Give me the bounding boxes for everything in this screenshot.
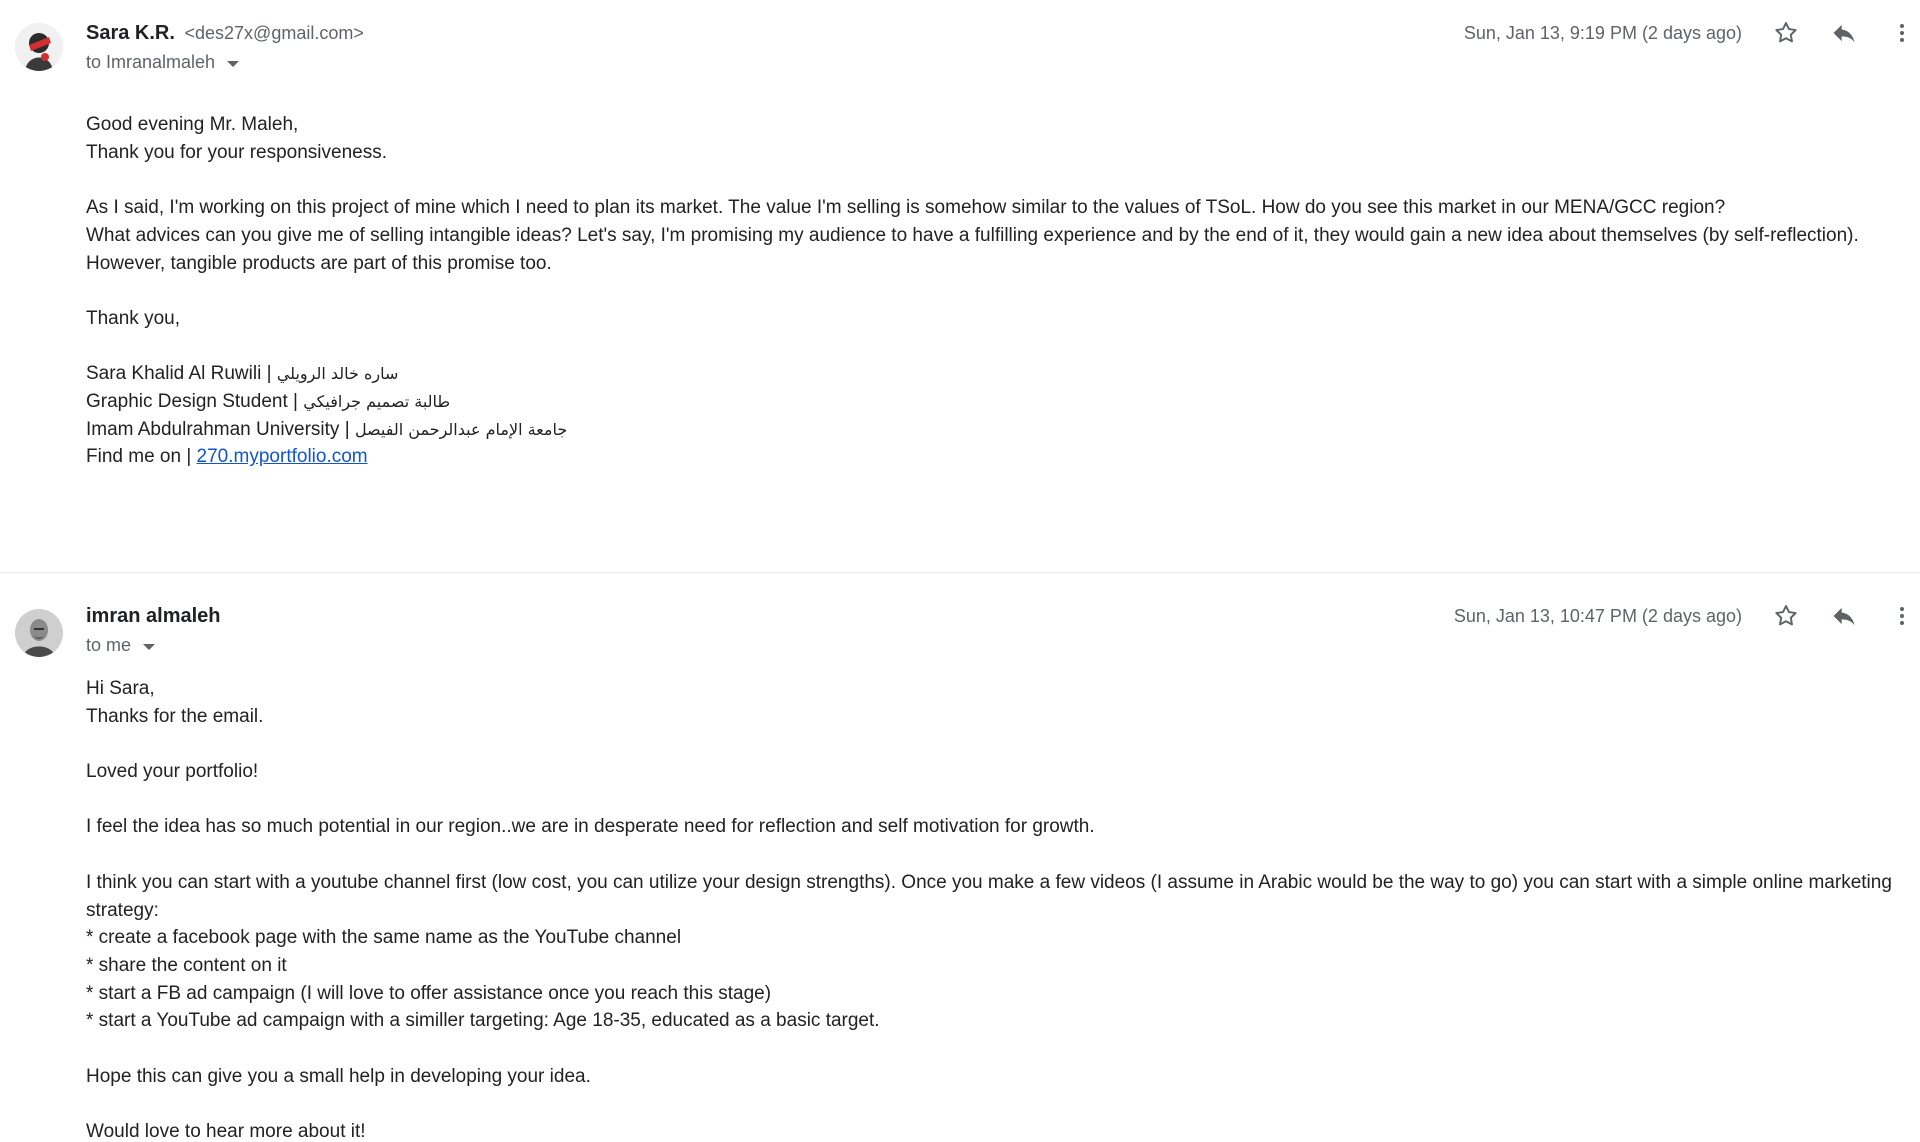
more-options-button[interactable] (1884, 598, 1920, 634)
more-options-button[interactable] (1884, 15, 1920, 51)
reply-button[interactable] (1826, 15, 1862, 51)
body-line: Would love to hear more about it! (86, 1121, 366, 1142)
portfolio-label: Find me on | (86, 446, 197, 468)
signature-university-en: Imam Abdulrahman University | (86, 418, 355, 440)
message-meta: Sun, Jan 13, 10:47 PM (2 days ago) (1454, 598, 1920, 634)
signature-name-en: Sara Khalid Al Ruwili | (86, 363, 277, 385)
body-line: Hi Sara, (86, 678, 155, 699)
list-item: * share the content on it (86, 954, 287, 976)
recipient-label: to me (86, 635, 132, 655)
recipient-details-toggle[interactable]: to Imranalmaleh (86, 52, 240, 73)
sender-avatar[interactable] (15, 23, 63, 71)
body-line: Hope this can give you a small help in d… (86, 1065, 591, 1087)
body-line: I feel the idea has so much potential in… (86, 816, 1095, 838)
signature-name-ar: ساره خالد الرويلي (276, 364, 399, 384)
message-date: Sun, Jan 13, 9:19 PM (2 days ago) (1463, 22, 1742, 43)
sender-avatar[interactable] (15, 609, 63, 657)
recipient-label: to Imranalmaleh (86, 52, 216, 72)
body-line: Thank you, (86, 307, 180, 329)
recipient-details-toggle[interactable]: to me (86, 635, 156, 656)
signature-title: Graphic Design Student | طالبة تصميم جرا… (86, 388, 1896, 416)
avatar-photo-icon (15, 609, 63, 657)
reply-icon (1833, 607, 1855, 626)
star-button[interactable] (1768, 598, 1804, 634)
body-line: Good evening Mr. Maleh, (86, 114, 299, 135)
list-item: * create a facebook page with the same n… (86, 927, 682, 949)
message-meta: Sun, Jan 13, 9:19 PM (2 days ago) (1464, 15, 1920, 51)
chevron-down-icon[interactable] (143, 643, 156, 650)
body-line: As I said, I'm working on this project o… (86, 197, 1726, 219)
sender-email: <des27x@gmail.com> (184, 23, 364, 43)
sender-name[interactable]: Sara K.R. (86, 22, 175, 44)
body-line: I think you can start with a youtube cha… (86, 871, 1898, 921)
message-body: Good evening Mr. Maleh, Thank you for yo… (86, 111, 1896, 471)
list-item: * start a FB ad campaign (I will love to… (86, 982, 772, 1004)
email-message: imran almaleh to me Sun, Jan 13, 10:47 P… (0, 573, 1920, 1142)
body-line: However, tangible products are part of t… (86, 252, 552, 274)
body-line: What advices can you give me of selling … (86, 224, 1859, 246)
signature-title-ar: طالبة تصميم جرافيكي (303, 391, 451, 411)
avatar-illustration-icon (15, 23, 63, 71)
sender-line: Sara K.R. <des27x@gmail.com> (86, 22, 364, 45)
more-vert-icon (1900, 24, 1904, 42)
signature-university: Imam Abdulrahman University | جامعة الإم… (86, 416, 1896, 444)
email-thread: Sara K.R. <des27x@gmail.com> to Imranalm… (0, 0, 1920, 1142)
message-body: Hi Sara, Thanks for the email. Loved you… (86, 675, 1896, 1142)
body-line: Thanks for the email. (86, 705, 264, 727)
star-icon (1775, 605, 1797, 626)
reply-icon (1833, 24, 1855, 43)
sender-name[interactable]: imran almaleh (86, 605, 221, 627)
signature-title-en: Graphic Design Student | (86, 390, 304, 412)
star-button[interactable] (1768, 15, 1804, 51)
signature-name: Sara Khalid Al Ruwili | ساره خالد الرويل… (86, 360, 1896, 388)
list-item: * start a YouTube ad campaign with a sim… (86, 1010, 880, 1032)
portfolio-link[interactable]: 270.myportfolio.com (197, 446, 368, 467)
message-date: Sun, Jan 13, 10:47 PM (2 days ago) (1453, 605, 1742, 626)
chevron-down-icon[interactable] (227, 60, 240, 67)
reply-button[interactable] (1826, 598, 1862, 634)
more-vert-icon (1900, 607, 1904, 625)
email-message: Sara K.R. <des27x@gmail.com> to Imranalm… (0, 0, 1920, 573)
sender-line: imran almaleh (86, 605, 221, 628)
body-line: Thank you for your responsiveness. (86, 141, 387, 163)
star-icon (1775, 22, 1797, 43)
signature-university-ar: جامعة الإمام عبدالرحمن الفيصل (354, 419, 568, 439)
body-line: Loved your portfolio! (86, 761, 259, 783)
signature-portfolio: Find me on | 270.myportfolio.com (86, 443, 1896, 471)
